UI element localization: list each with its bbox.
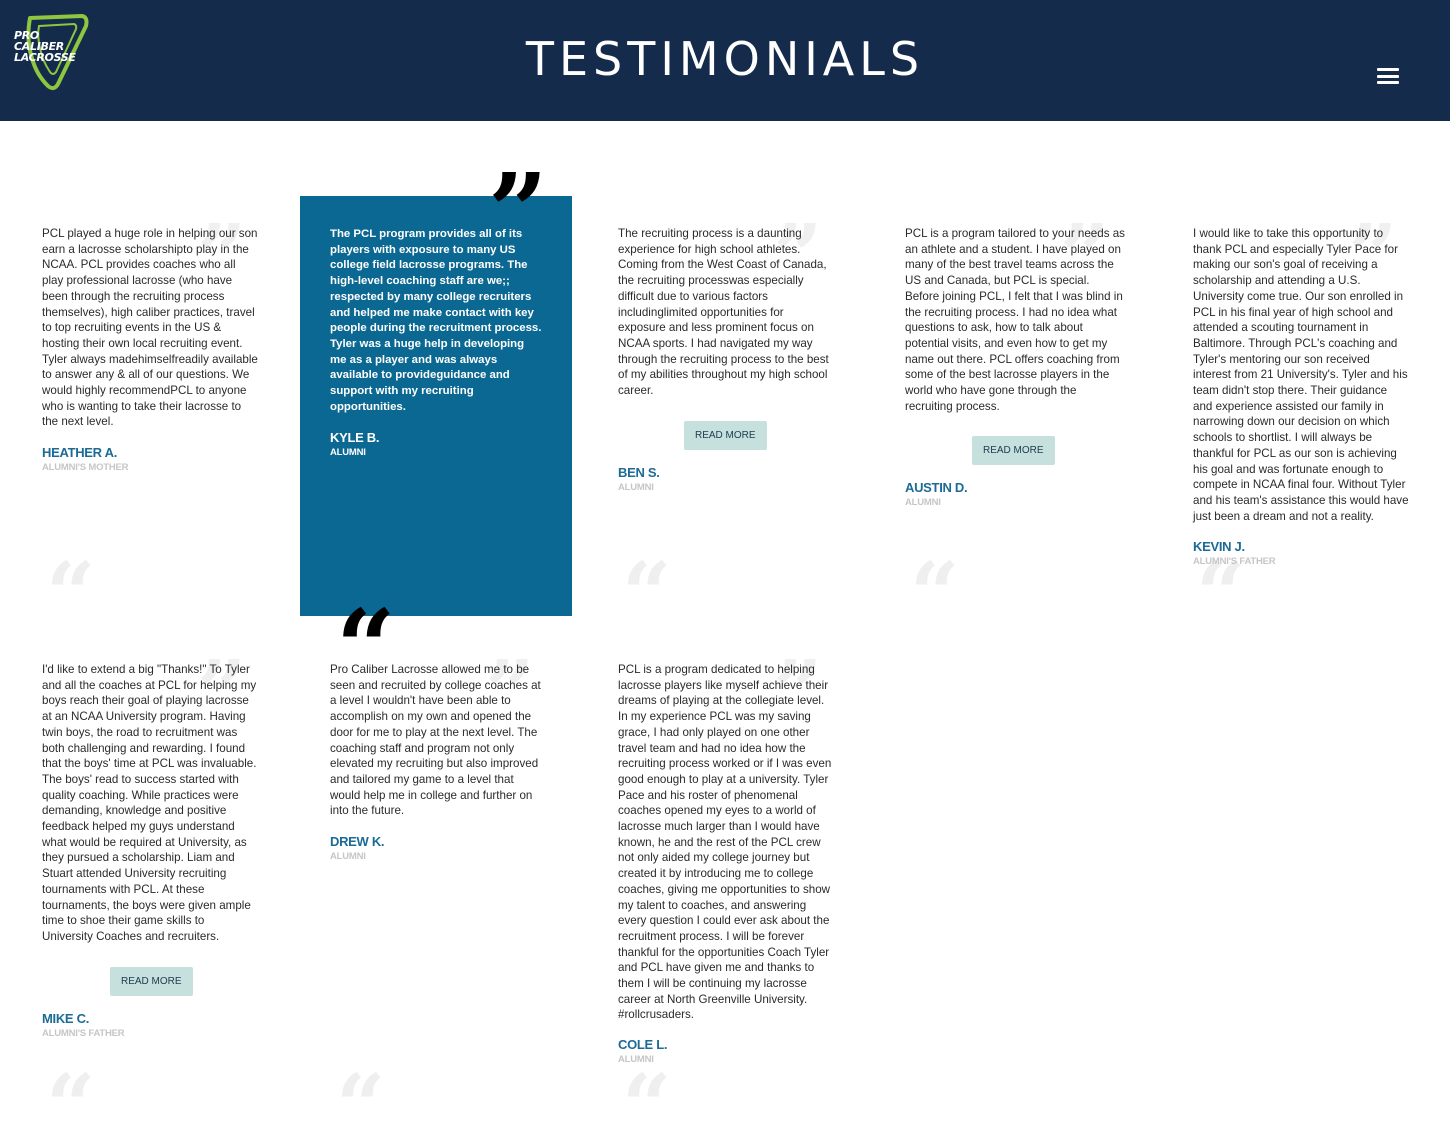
testimonial-author: COLE L. <box>618 1037 668 1053</box>
testimonial-role: ALUMNI <box>330 851 366 863</box>
open-quote-icon: “ <box>622 544 672 645</box>
testimonial-text: PCL is a program dedicated to helping la… <box>618 663 832 1022</box>
page-title: TESTIMONIALS <box>525 32 925 86</box>
testimonial-text: The recruiting process is a daunting exp… <box>618 227 829 398</box>
testimonial-text: I'd like to extend a big "Thanks!" To Ty… <box>42 663 257 943</box>
open-quote-icon: “ <box>622 1056 672 1147</box>
testimonial-role: ALUMNI <box>618 1054 654 1066</box>
read-more-button[interactable]: READ MORE <box>110 966 193 996</box>
testimonial-author: KYLE B. <box>330 430 380 446</box>
testimonial-author: HEATHER A. <box>42 445 118 461</box>
testimonial-role: ALUMNI'S FATHER <box>1193 556 1276 568</box>
testimonial-role: ALUMNI <box>618 481 654 493</box>
testimonial-card-cole: ” PCL is a program dedicated to helping … <box>618 650 834 1066</box>
read-more-button[interactable]: READ MORE <box>684 420 767 450</box>
testimonial-card-kevin: ” I would like to take this opportunity … <box>1193 214 1409 568</box>
testimonial-text: PCL played a huge role in helping our so… <box>42 227 258 429</box>
testimonial-card-ben: ” The recruiting process is a daunting e… <box>618 214 834 493</box>
testimonial-card-austin: ” PCL is a program tailored to your need… <box>905 214 1125 509</box>
read-more-button[interactable]: READ MORE <box>972 436 1055 466</box>
testimonial-author: AUSTIN D. <box>905 480 968 496</box>
hamburger-menu-icon[interactable] <box>1377 68 1399 84</box>
testimonial-card-mike: ” I'd like to extend a big "Thanks!" To … <box>42 650 258 1039</box>
testimonial-card-heather: ” PCL played a huge role in helping our … <box>42 214 258 474</box>
testimonial-role: ALUMNI'S FATHER <box>42 1027 125 1039</box>
open-quote-icon: “ <box>46 1056 96 1147</box>
testimonial-role: ALUMNI <box>330 447 366 459</box>
open-quote-icon: “ <box>910 544 960 645</box>
testimonial-author: BEN S. <box>618 464 660 480</box>
testimonial-role: ALUMNI <box>905 497 941 509</box>
open-quote-icon: “ <box>336 586 396 709</box>
testimonial-author: DREW K. <box>330 834 385 850</box>
testimonial-text: I would like to take this opportunity to… <box>1193 227 1409 523</box>
testimonial-author: KEVIN J. <box>1193 539 1245 555</box>
testimonial-author: MIKE C. <box>42 1010 90 1026</box>
open-quote-icon: “ <box>46 544 96 645</box>
site-header: PRO CALIBER LACROSSE TESTIMONIALS <box>0 0 1450 121</box>
open-quote-icon: “ <box>336 1056 386 1147</box>
close-quote-icon: ” <box>488 150 548 273</box>
testimonial-text: PCL is a program tailored to your needs … <box>905 227 1125 413</box>
testimonial-role: ALUMNI'S MOTHER <box>42 462 129 474</box>
